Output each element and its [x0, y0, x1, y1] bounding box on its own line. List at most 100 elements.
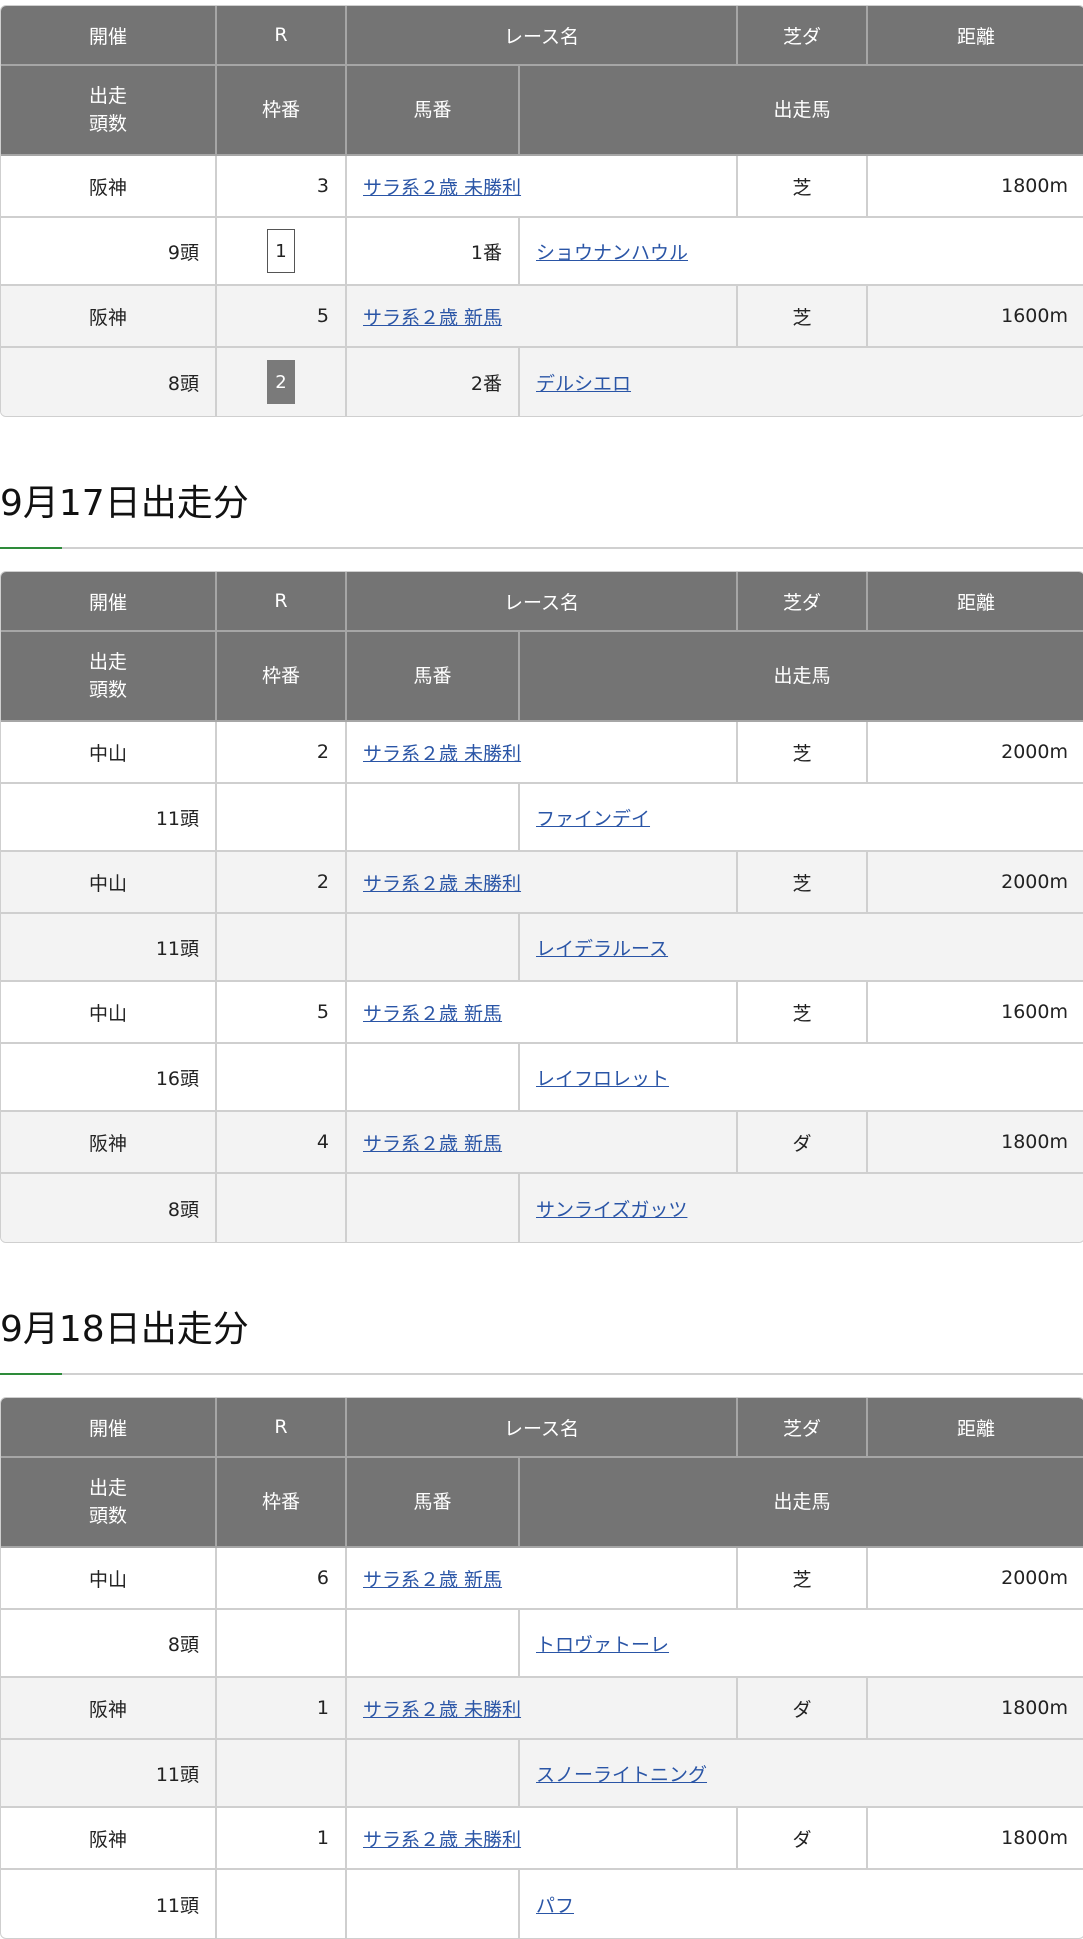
header-runner-count-line2: 頭数	[88, 679, 127, 701]
surface: 芝	[738, 1548, 868, 1610]
header-horse-number: 馬番	[347, 66, 520, 156]
race-name-link[interactable]: サラ系２歳 未勝利	[363, 1829, 521, 1851]
horse-name-link[interactable]: ファインデイ	[536, 808, 650, 830]
race-name-link[interactable]: サラ系２歳 新馬	[363, 307, 502, 329]
race-number: 6	[217, 1548, 347, 1610]
header-venue: 開催	[1, 572, 217, 632]
section-divider	[0, 547, 1083, 549]
header-distance: 距離	[868, 6, 1083, 66]
horse-number	[347, 1044, 520, 1112]
page: 開催 R レース名 芝ダ 距離 出走 頭数 枠番 馬番 出走馬 阪神 3 サラ系２歳 未勝利芝 1800m…	[0, 0, 1083, 1939]
venue: 阪神	[1, 1678, 217, 1740]
frame-number-cell	[217, 1610, 347, 1678]
entry-row: 16頭 レイフロレット	[1, 1044, 1083, 1112]
entry-row: 11頭 ファインデイ	[1, 784, 1083, 852]
surface: 芝	[738, 982, 868, 1044]
runner-count: 8頭	[1, 348, 217, 416]
horse-number	[347, 1740, 520, 1808]
race-number: 2	[217, 722, 347, 784]
distance: 1600m	[868, 286, 1083, 348]
horse-name-link[interactable]: トロヴァトーレ	[536, 1634, 669, 1656]
header-venue: 開催	[1, 6, 217, 66]
venue: 阪神	[1, 1112, 217, 1174]
venue: 阪神	[1, 286, 217, 348]
horse-name-link[interactable]: デルシエロ	[536, 373, 631, 395]
header-horse-number: 馬番	[347, 632, 520, 722]
horse-name-link[interactable]: スノーライトニング	[536, 1764, 707, 1786]
distance: 2000m	[868, 722, 1083, 784]
race-name-link[interactable]: サラ系２歳 新馬	[363, 1569, 502, 1591]
runner-count: 11頭	[1, 1740, 217, 1808]
entry-row: 8頭 トロヴァトーレ	[1, 1610, 1083, 1678]
race-name-cell: サラ系２歳 未勝利	[347, 722, 738, 784]
race-row: 阪神 1 サラ系２歳 未勝利 ダ 1800m	[1, 1808, 1083, 1870]
race-row: 中山 5 サラ系２歳 新馬 芝 1600m	[1, 982, 1083, 1044]
venue: 阪神	[1, 1808, 217, 1870]
race-number: 2	[217, 852, 347, 914]
horse-cell: トロヴァトーレ	[520, 1610, 1083, 1678]
horse-number	[347, 1610, 520, 1678]
race-row: 阪神 4 サラ系２歳 新馬 ダ 1800m	[1, 1112, 1083, 1174]
race-name-cell: サラ系２歳 新馬	[347, 1548, 738, 1610]
frame-number-cell	[217, 1740, 347, 1808]
horse-number	[347, 1870, 520, 1938]
race-row: 中山 2 サラ系２歳 未勝利 芝 2000m	[1, 852, 1083, 914]
frame-number-cell: 2	[217, 348, 347, 416]
header-race-name: レース名	[347, 1398, 738, 1458]
header-runner-count-line1: 出走	[88, 651, 127, 673]
race-row: 中山 6 サラ系２歳 新馬 芝 2000m	[1, 1548, 1083, 1610]
surface: ダ	[738, 1808, 868, 1870]
frame-number-cell	[217, 1044, 347, 1112]
race-name-link[interactable]: サラ系２歳 新馬	[363, 1133, 502, 1155]
section-divider-accent	[0, 1373, 62, 1375]
race-entries-table: 開催 R レース名 芝ダ 距離 出走 頭数 枠番 馬番 出走馬 阪神 3 サラ系２歳 未勝利芝 1800m…	[0, 5, 1083, 417]
horse-cell: レイフロレット	[520, 1044, 1083, 1112]
header-race-name: レース名	[347, 572, 738, 632]
horse-cell: ショウナンハウル	[520, 218, 1083, 286]
horse-cell: レイデラルース	[520, 914, 1083, 982]
horse-name-link[interactable]: レイデラルース	[536, 938, 668, 960]
section-divider-accent	[0, 547, 62, 549]
entry-row: 9頭 1 1番 ショウナンハウル	[1, 218, 1083, 286]
header-runner-count-line1: 出走	[88, 85, 127, 107]
race-name-cell: サラ系２歳 新馬	[347, 1112, 738, 1174]
horse-cell: ファインデイ	[520, 784, 1083, 852]
race-entries-table: 開催 R レース名 芝ダ 距離 出走 頭数 枠番 馬番 出走馬 中山 6 サラ系２歳 新馬芝 2000m 8…	[0, 1397, 1083, 1939]
frame-number-cell	[217, 1174, 347, 1242]
race-name-link[interactable]: サラ系２歳 未勝利	[363, 1699, 521, 1721]
race-name-link[interactable]: サラ系２歳 未勝利	[363, 743, 521, 765]
horse-name-link[interactable]: レイフロレット	[536, 1068, 669, 1090]
horse-name-link[interactable]: サンライズガッツ	[536, 1199, 687, 1221]
horse-name-link[interactable]: ショウナンハウル	[536, 242, 688, 264]
race-number: 5	[217, 286, 347, 348]
entry-row: 8頭 サンライズガッツ	[1, 1174, 1083, 1242]
race-name-cell: サラ系２歳 未勝利	[347, 1678, 738, 1740]
header-distance: 距離	[868, 1398, 1083, 1458]
entry-row: 11頭 スノーライトニング	[1, 1740, 1083, 1808]
entry-row: 11頭 レイデラルース	[1, 914, 1083, 982]
distance: 1800m	[868, 1808, 1083, 1870]
header-race-number: R	[217, 572, 347, 632]
race-name-link[interactable]: サラ系２歳 新馬	[363, 1003, 502, 1025]
runner-count: 11頭	[1, 1870, 217, 1938]
horse-cell: スノーライトニング	[520, 1740, 1083, 1808]
section-heading: 9月17日出走分	[0, 483, 249, 524]
distance: 1800m	[868, 1112, 1083, 1174]
frame-number-cell: 1	[217, 218, 347, 286]
header-venue: 開催	[1, 1398, 217, 1458]
race-row: 阪神 5 サラ系２歳 新馬 芝 1600m	[1, 286, 1083, 348]
horse-cell: サンライズガッツ	[520, 1174, 1083, 1242]
surface: 芝	[738, 156, 868, 218]
header-horse-number: 馬番	[347, 1458, 520, 1548]
header-runner-count: 出走 頭数	[1, 632, 217, 722]
header-runner-count-line2: 頭数	[88, 1505, 127, 1527]
race-name-link[interactable]: サラ系２歳 未勝利	[363, 873, 521, 895]
header-surface: 芝ダ	[738, 572, 868, 632]
horse-number	[347, 1174, 520, 1242]
race-name-cell: サラ系２歳 未勝利	[347, 852, 738, 914]
race-row: 阪神 1 サラ系２歳 未勝利 ダ 1800m	[1, 1678, 1083, 1740]
header-frame-number: 枠番	[217, 1458, 347, 1548]
race-name-cell: サラ系２歳 新馬	[347, 286, 738, 348]
race-name-link[interactable]: サラ系２歳 未勝利	[363, 177, 521, 199]
header-horse: 出走馬	[520, 66, 1083, 156]
